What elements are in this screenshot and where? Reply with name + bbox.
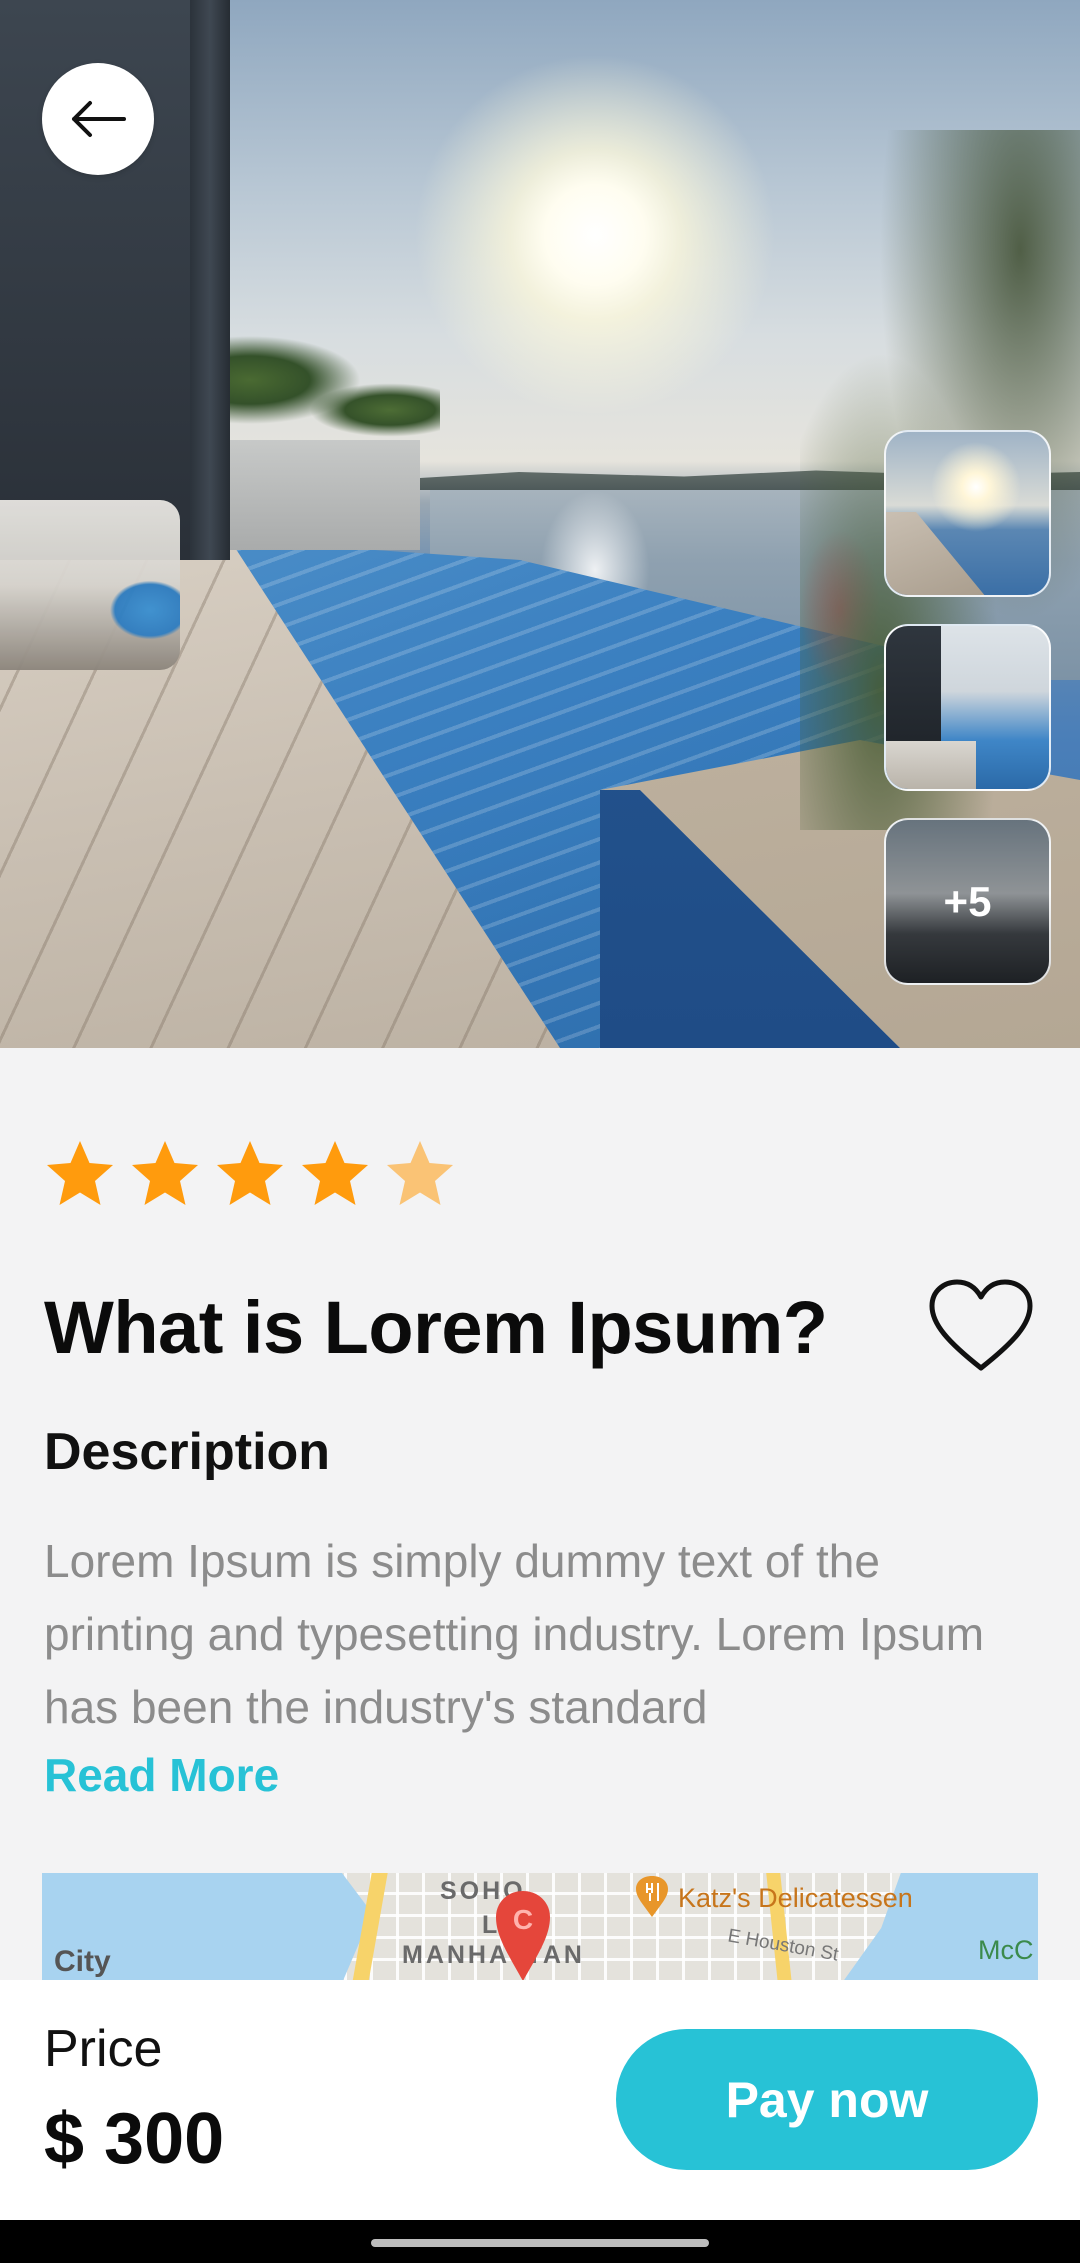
description-heading: Description <box>44 1423 331 1481</box>
price-label: Price <box>44 2020 163 2078</box>
location-pin-icon: C <box>496 1891 550 1981</box>
star-icon <box>387 1141 453 1205</box>
back-button[interactable] <box>42 63 154 175</box>
read-more-link[interactable]: Read More <box>44 1748 279 1802</box>
description-text: Lorem Ipsum is simply dummy text of the … <box>44 1535 985 1733</box>
thumbnail-2[interactable] <box>884 624 1051 791</box>
star-icon <box>302 1141 368 1205</box>
system-nav-bar <box>0 2220 1080 2263</box>
price-value: $ 300 <box>44 2099 225 2179</box>
location-map[interactable]: City SOHO LOW MANHATTAN Katz's Delicates… <box>42 1873 1038 1983</box>
arrow-left-icon <box>72 101 126 137</box>
map-label-mcc: McC <box>978 1935 1034 1965</box>
more-photos-count: +5 <box>886 820 1049 983</box>
star-icon <box>132 1141 198 1205</box>
heart-icon[interactable] <box>928 1278 1034 1374</box>
map-label-city: City <box>54 1945 111 1978</box>
thumbnail-more[interactable]: +5 <box>884 818 1051 985</box>
star-icon <box>217 1141 283 1205</box>
pay-now-button[interactable]: Pay now <box>616 2029 1038 2170</box>
hero-image: +5 <box>0 0 1080 1048</box>
restaurant-pin-icon <box>636 1876 668 1917</box>
page-title: What is Lorem Ipsum? <box>44 1286 828 1369</box>
star-icon <box>47 1141 113 1205</box>
star-rating <box>44 1138 456 1210</box>
photo-thumbnails: +5 <box>884 430 1051 1012</box>
map-label-katz: Katz's Delicatessen <box>678 1883 913 1913</box>
thumbnail-1[interactable] <box>884 430 1051 597</box>
pin-letter: C <box>513 1904 533 1935</box>
checkout-bar: Price $ 300 Pay now <box>0 1980 1080 2220</box>
home-indicator[interactable] <box>371 2239 709 2247</box>
